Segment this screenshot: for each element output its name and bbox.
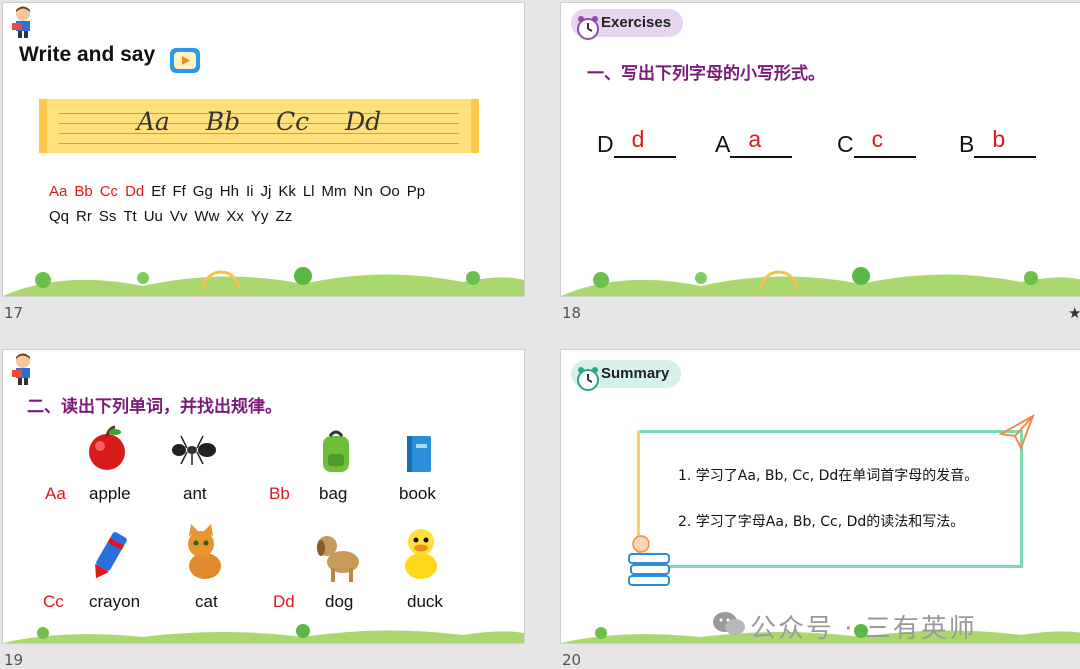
alphabet-letter: Ss [98, 208, 117, 225]
wechat-icon [713, 612, 745, 635]
ground-decoration [561, 267, 1080, 296]
summary-frame: 1. 学习了Aa, Bb, Cc, Dd在单词首字母的发音。 2. 学习了字母A… [637, 430, 1023, 568]
boy-reading-icon [12, 6, 30, 38]
book-icon [407, 436, 431, 472]
alphabet-letter: Oo [379, 183, 400, 200]
dog-icon [317, 536, 359, 582]
alphabet-list: Aa Bb Cc Dd Ef Ff Gg Hh Ii Jj Kk Ll Mm Nn Oo Pp Qq Rr Ss Tt… [49, 179, 489, 229]
paper-plane-icon [999, 414, 1035, 450]
answer-blank[interactable]: d [613, 126, 676, 158]
alphabet-letter: Ii [245, 183, 254, 200]
summary-item: 2. 学习了字母Aa, Bb, Cc, Dd的读法和写法。 [678, 514, 965, 530]
backpack-icon [323, 430, 349, 472]
alphabet-letter: Aa [49, 183, 68, 200]
boy-reading-icon [12, 353, 30, 385]
answer-blank[interactable]: c [853, 126, 916, 158]
word-label: bag [319, 484, 348, 503]
alphabet-letter: Qq [49, 208, 70, 225]
ant-icon [172, 435, 216, 465]
slide-18-thumbnail[interactable]: Exercises 一、写出下列字母的小写形式。 Dd Aa Cc Bb [560, 2, 1080, 297]
answer-text: a [748, 126, 762, 152]
letter-label: Bb [269, 484, 290, 503]
alphabet-letter: Xx [226, 208, 244, 225]
word-label: book [399, 484, 436, 503]
alphabet-letter: Uu [143, 208, 163, 225]
band-letters: Aa Bb Cc Dd [136, 107, 382, 136]
answer-text: b [992, 126, 1006, 152]
crayon-icon [95, 532, 127, 579]
alphabet-letter: Mm [321, 183, 347, 200]
exercise-item: Dd [597, 126, 676, 158]
duck-icon [405, 529, 437, 579]
book-stack-icon [628, 535, 670, 586]
video-play-icon[interactable] [169, 45, 201, 75]
word-label: ant [183, 484, 207, 503]
exercise-item: Bb [959, 126, 1037, 158]
slide-19-thumbnail[interactable]: 二、读出下列单词，并找出规律。 Aa apple ant Bb bag book… [2, 349, 525, 644]
alphabet-letter: Vv [169, 208, 188, 225]
slide-17-thumbnail[interactable]: Write and say Aa Bb Cc Dd Aa Bb Cc Dd Ef Ff Gg… [2, 2, 525, 297]
slide-number: 17 [4, 304, 24, 322]
handwriting-band: Aa Bb Cc Dd [39, 99, 479, 153]
alphabet-letter: Bb [74, 183, 93, 200]
alphabet-letter: Yy [250, 208, 269, 225]
alarm-clock-icon [577, 16, 599, 40]
slide-20-thumbnail[interactable]: Summary 1. 学习了Aa, Bb, Cc, Dd在单词首字母的发音。 2… [560, 349, 1080, 644]
slide-number: 19 [4, 651, 24, 669]
exercise-item: Aa [715, 126, 793, 158]
alarm-clock-icon [577, 367, 599, 391]
alphabet-letter: Ff [172, 183, 186, 200]
apple-icon [89, 425, 125, 470]
uppercase-letter: C [837, 131, 854, 157]
alphabet-letter: Tt [123, 208, 137, 225]
answer-text: d [631, 126, 645, 152]
alphabet-letter: Ww [194, 208, 220, 225]
cat-icon [188, 524, 221, 579]
slide-number: 18 [562, 304, 582, 322]
alphabet-letter: Ll [302, 183, 315, 200]
exercise-item: Cc [837, 126, 916, 158]
alphabet-letter: Ef [151, 183, 166, 200]
summary-badge: Summary [571, 360, 682, 391]
alphabet-letter: Dd [125, 183, 145, 200]
answer-text: c [871, 126, 884, 152]
summary-item: 1. 学习了Aa, Bb, Cc, Dd在单词首字母的发音。 [678, 468, 979, 484]
letter-label: Aa [45, 484, 66, 503]
star-icon: ★ [1068, 304, 1080, 322]
ground-decoration [3, 624, 524, 643]
exercises-badge: Exercises [571, 9, 684, 40]
alphabet-letter: Kk [278, 183, 296, 200]
watermark-text: 公众号 · 三有英师 [750, 614, 977, 644]
words-heading: 二、读出下列单词，并找出规律。 [27, 397, 282, 417]
alphabet-letter: Jj [260, 183, 272, 200]
slide-title: Write and say [19, 43, 156, 66]
alphabet-letter: Gg [192, 183, 213, 200]
badge-label: Exercises [601, 14, 672, 31]
alphabet-letter: Pp [406, 183, 426, 200]
alphabet-letter: Nn [353, 183, 373, 200]
alphabet-letter: Hh [219, 183, 239, 200]
alphabet-letter: Rr [76, 208, 92, 225]
uppercase-letter: D [597, 131, 614, 157]
answer-blank[interactable]: b [974, 126, 1037, 158]
ground-decoration [3, 267, 524, 296]
slide-number: 20 [562, 651, 582, 669]
uppercase-letter: B [959, 131, 975, 157]
exercise-heading: 一、写出下列字母的小写形式。 [587, 64, 825, 84]
answer-blank[interactable]: a [730, 126, 793, 158]
alphabet-letter: Cc [99, 183, 119, 200]
alphabet-letter: Zz [275, 208, 293, 225]
word-label: apple [89, 484, 131, 503]
uppercase-letter: A [715, 131, 731, 157]
badge-label: Summary [601, 365, 670, 382]
